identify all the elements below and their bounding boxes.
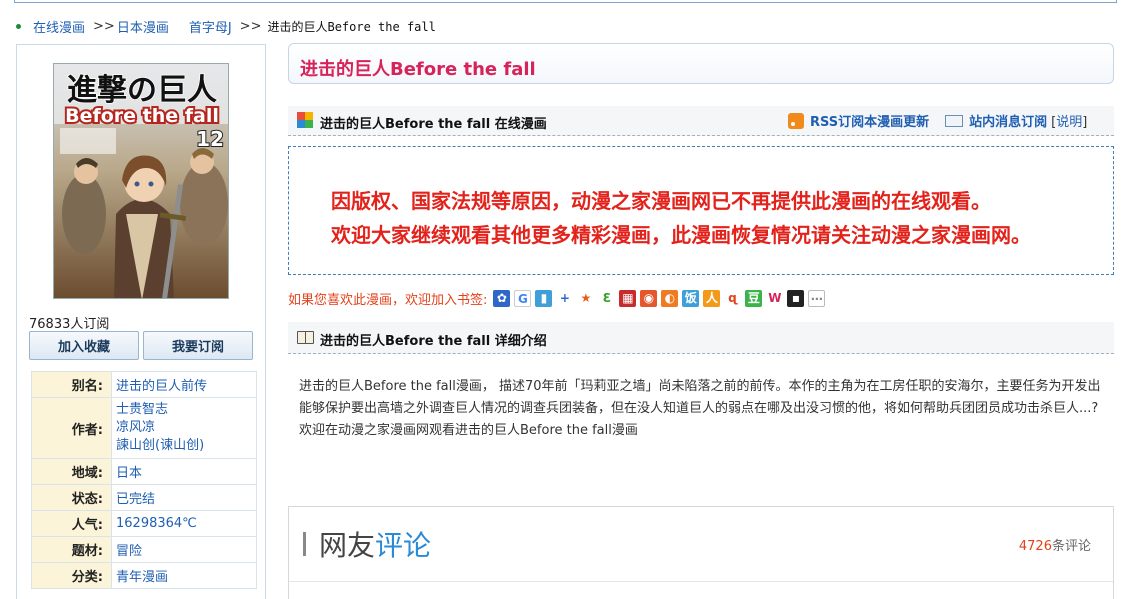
breadcrumb-japanese-comics[interactable]: 日本漫画 [117, 17, 169, 36]
help-link[interactable]: 说明 [1056, 115, 1082, 130]
info-row-genre: 题材: 冒险 [31, 536, 257, 563]
info-label: 作者: [31, 397, 112, 459]
baidu-icon[interactable]: ✿ [493, 289, 511, 307]
status-link[interactable]: 已完结 [116, 492, 155, 507]
subscribe-button[interactable]: 我要订阅 [143, 331, 253, 360]
add-favorite-button[interactable]: 加入收藏 [29, 331, 139, 360]
breadcrumb-current: 进击的巨人Before the fall [267, 19, 436, 34]
breadcrumb-initial-j[interactable]: 首字母J [189, 17, 232, 36]
region-link[interactable]: 日本 [116, 466, 142, 481]
bookmark-icons: ✿ G ▮ + ★ Ɛ ▦ ◉ ◐ 饭 人 ɋ 豆 W ▪ ⋯ [493, 289, 829, 307]
bookmark-icon[interactable]: ▮ [535, 289, 553, 307]
mail-icon [945, 114, 964, 127]
qq-icon[interactable]: ◉ [640, 289, 658, 307]
breadcrumb-separator: >> [239, 18, 262, 34]
online-comic-section-header: 进击的巨人Before the fall 在线漫画 RSS订阅本漫画更新 站内消… [288, 106, 1114, 136]
info-row-popularity: 人气: 16298364℃ [31, 510, 257, 537]
info-row-alias: 别名: 进击的巨人前传 [31, 371, 257, 398]
favorite-icon[interactable]: ★ [577, 289, 595, 307]
renren-icon[interactable]: 人 [703, 289, 721, 307]
notice-line-2: 欢迎大家继续观看其他更多精彩漫画，此漫画恢复情况请关注动漫之家漫画网。 [331, 223, 1031, 247]
description-text: 进击的巨人Before the fall漫画， 描述70年前「玛莉亚之墙」尚未陷… [299, 379, 1101, 416]
bookmark-bar: 如果您喜欢此漫画，欢迎加入书签: ✿ G ▮ + ★ Ɛ ▦ ◉ ◐ 饭 人 ɋ… [288, 288, 829, 308]
info-label: 地域: [31, 458, 112, 485]
delicious-icon[interactable]: ▦ [619, 289, 637, 307]
subscribe-links: RSS订阅本漫画更新 站内消息订阅 [说明] [788, 111, 1087, 130]
notice-line-1: 因版权、国家法规等原因，动漫之家漫画网已不再提供此漫画的在线观看。 [331, 189, 991, 213]
fanfou-icon[interactable]: 饭 [682, 289, 700, 307]
heading-accent-bar [303, 532, 306, 556]
top-frame-edge [14, 0, 1117, 3]
author-link[interactable]: 士贵智志 [116, 402, 168, 417]
w-icon[interactable]: W [766, 289, 784, 307]
rss-icon [788, 112, 804, 129]
subscriber-count: 76833人订阅 [29, 317, 110, 332]
svg-text:12: 12 [196, 127, 224, 151]
info-label: 别名: [31, 371, 112, 398]
bookmark-prompt: 如果您喜欢此漫画，欢迎加入书签: [288, 292, 488, 308]
comment-count[interactable]: 4726条评论 [1019, 535, 1091, 554]
help-wrapper: [说明] [1051, 115, 1088, 130]
breadcrumb-online-comics[interactable]: 在线漫画 [33, 17, 85, 36]
site-message-subscribe-link[interactable]: 站内消息订阅 [969, 111, 1047, 130]
category-link[interactable]: 青年漫画 [116, 570, 168, 585]
info-row-category: 分类: 青年漫画 [31, 562, 257, 589]
digg-icon[interactable]: ▪ [787, 289, 805, 307]
info-row-status: 状态: 已完结 [31, 484, 257, 511]
plus-icon[interactable]: + [556, 289, 574, 307]
popularity-value: 16298364℃ [111, 510, 257, 537]
alias-link[interactable]: 进击的巨人前传 [116, 379, 207, 394]
comic-title-box: 进击的巨人Before the fall [288, 43, 1114, 84]
comments-section: 网友评论 4726条评论 [288, 506, 1114, 599]
rss-subscribe-link[interactable]: RSS订阅本漫画更新 [810, 111, 929, 130]
info-label: 状态: [31, 484, 112, 511]
book-icon [297, 331, 314, 344]
copyright-notice: 因版权、国家法规等原因，动漫之家漫画网已不再提供此漫画的在线观看。 欢迎大家继续… [288, 146, 1114, 275]
info-label: 人气: [31, 510, 112, 537]
comic-info-table: 别名: 进击的巨人前传 作者: 士贵智志 凉风凉 諫山创(谏山创) 地域: 日本… [31, 371, 257, 589]
svg-text:進撃の巨人: 進撃の巨人 [67, 73, 217, 108]
vip-icon[interactable]: ◐ [661, 289, 679, 307]
info-row-region: 地域: 日本 [31, 458, 257, 485]
info-label: 题材: [31, 536, 112, 563]
3-icon[interactable]: Ɛ [598, 289, 616, 307]
welcome-text: 欢迎在动漫之家漫画网观看进击的巨人Before the fall漫画 [299, 423, 638, 438]
tianya-icon[interactable]: ɋ [724, 289, 742, 307]
comic-sidebar: 進撃の巨人 Before the fall 12 76833人订阅 加入收藏 我… [16, 44, 266, 599]
color-grid-icon [297, 112, 313, 128]
cover-image[interactable]: 進撃の巨人 Before the fall 12 [53, 63, 229, 299]
comments-divider [289, 581, 1113, 582]
comic-description: 进击的巨人Before the fall漫画， 描述70年前「玛莉亚之墙」尚未陷… [299, 376, 1107, 442]
douban-icon[interactable]: 豆 [745, 289, 763, 307]
detail-section-header: 进击的巨人Before the fall 详细介绍 [288, 322, 1114, 354]
bullet-icon [16, 23, 21, 29]
breadcrumb-separator: >> [93, 18, 115, 34]
svg-text:Before the fall: Before the fall [65, 105, 219, 127]
page-title: 进击的巨人Before the fall [300, 59, 536, 80]
more-icon[interactable]: ⋯ [808, 289, 826, 307]
info-label: 分类: [31, 562, 112, 589]
info-row-author: 作者: 士贵智志 凉风凉 諫山创(谏山创) [31, 397, 257, 459]
author-link[interactable]: 凉风凉 [116, 420, 155, 435]
comments-heading: 网友评论 [319, 529, 432, 562]
google-icon[interactable]: G [514, 289, 532, 307]
genre-link[interactable]: 冒险 [116, 544, 142, 559]
author-link[interactable]: 諫山创(谏山创) [116, 438, 204, 453]
breadcrumb: 在线漫画 >> 日本漫画 首字母J >> 进击的巨人Before the fal… [14, 17, 436, 36]
online-section-title: 进击的巨人Before the fall 在线漫画 [320, 117, 547, 132]
detail-section-title: 进击的巨人Before the fall 详细介绍 [320, 334, 547, 349]
